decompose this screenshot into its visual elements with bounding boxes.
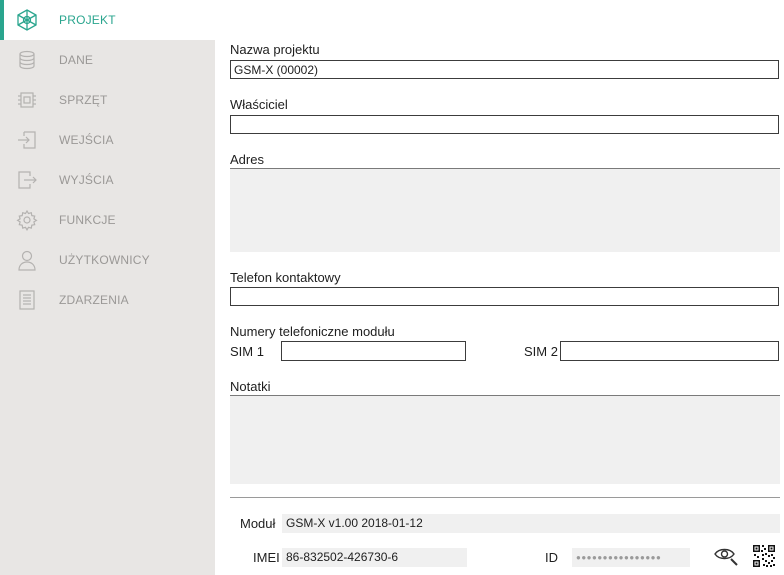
sidebar-item-wyjscia[interactable]: WYJŚCIA (0, 160, 215, 200)
sim2-label: SIM 2 (524, 344, 558, 359)
address-label: Adres (230, 152, 264, 167)
sidebar-item-label: UŻYTKOWNICY (59, 253, 150, 267)
database-icon (16, 49, 38, 71)
contact-phone-input[interactable] (230, 287, 779, 306)
module-label: Moduł (240, 516, 276, 531)
owner-input[interactable] (230, 115, 779, 134)
sidebar-item-label: WYJŚCIA (59, 173, 114, 187)
imei-label: IMEI (253, 550, 280, 565)
sidebar-item-label: ZDARZENIA (59, 293, 129, 307)
chip-icon (16, 89, 38, 111)
id-field: ●●●●●●●●●●●●●●●● (572, 548, 690, 567)
list-icon (16, 289, 38, 311)
project-icon (16, 9, 38, 31)
sidebar-item-label: SPRZĘT (59, 93, 108, 107)
notes-label: Notatki (230, 379, 271, 394)
id-label: ID (545, 550, 558, 565)
sim1-input[interactable] (281, 341, 466, 361)
imei-field: 86-832502-426730-6 (282, 548, 467, 567)
sidebar-item-zdarzenia[interactable]: ZDARZENIA (0, 280, 215, 320)
sidebar-item-label: FUNKCJE (59, 213, 116, 227)
sidebar-item-label: PROJEKT (59, 13, 116, 27)
eye-icon[interactable] (713, 545, 739, 572)
divider (230, 497, 780, 498)
sidebar-item-label: WEJŚCIA (59, 133, 114, 147)
sidebar-item-uzytkownicy[interactable]: UŻYTKOWNICY (0, 240, 215, 280)
sidebar-item-funkcje[interactable]: FUNKCJE (0, 200, 215, 240)
qr-code-icon[interactable] (752, 544, 776, 573)
sidebar-item-label: DANE (59, 53, 94, 67)
module-phones-label: Numery telefoniczne modułu (230, 324, 395, 339)
module-version-field: GSM-X v1.00 2018-01-12 (282, 514, 780, 533)
sim2-input[interactable] (560, 341, 779, 361)
sidebar-item-projekt[interactable]: PROJEKT (0, 0, 215, 40)
user-icon (16, 249, 38, 271)
sidebar-item-wejscia[interactable]: WEJŚCIA (0, 120, 215, 160)
sidebar: PROJEKT DANE SPRZĘT WEJŚCIA WYJŚCIA FUNK… (0, 0, 215, 575)
address-textarea[interactable] (230, 168, 780, 252)
notes-textarea[interactable] (230, 395, 780, 484)
contact-phone-label: Telefon kontaktowy (230, 270, 341, 285)
output-icon (16, 169, 38, 191)
owner-label: Właściciel (230, 97, 288, 112)
sidebar-item-dane[interactable]: DANE (0, 40, 215, 80)
sidebar-item-sprzet[interactable]: SPRZĘT (0, 80, 215, 120)
project-name-input[interactable]: GSM-X (00002) (230, 60, 779, 79)
gear-icon (16, 209, 38, 231)
sim1-label: SIM 1 (230, 344, 264, 359)
input-icon (16, 129, 38, 151)
project-name-label: Nazwa projektu (230, 42, 320, 57)
